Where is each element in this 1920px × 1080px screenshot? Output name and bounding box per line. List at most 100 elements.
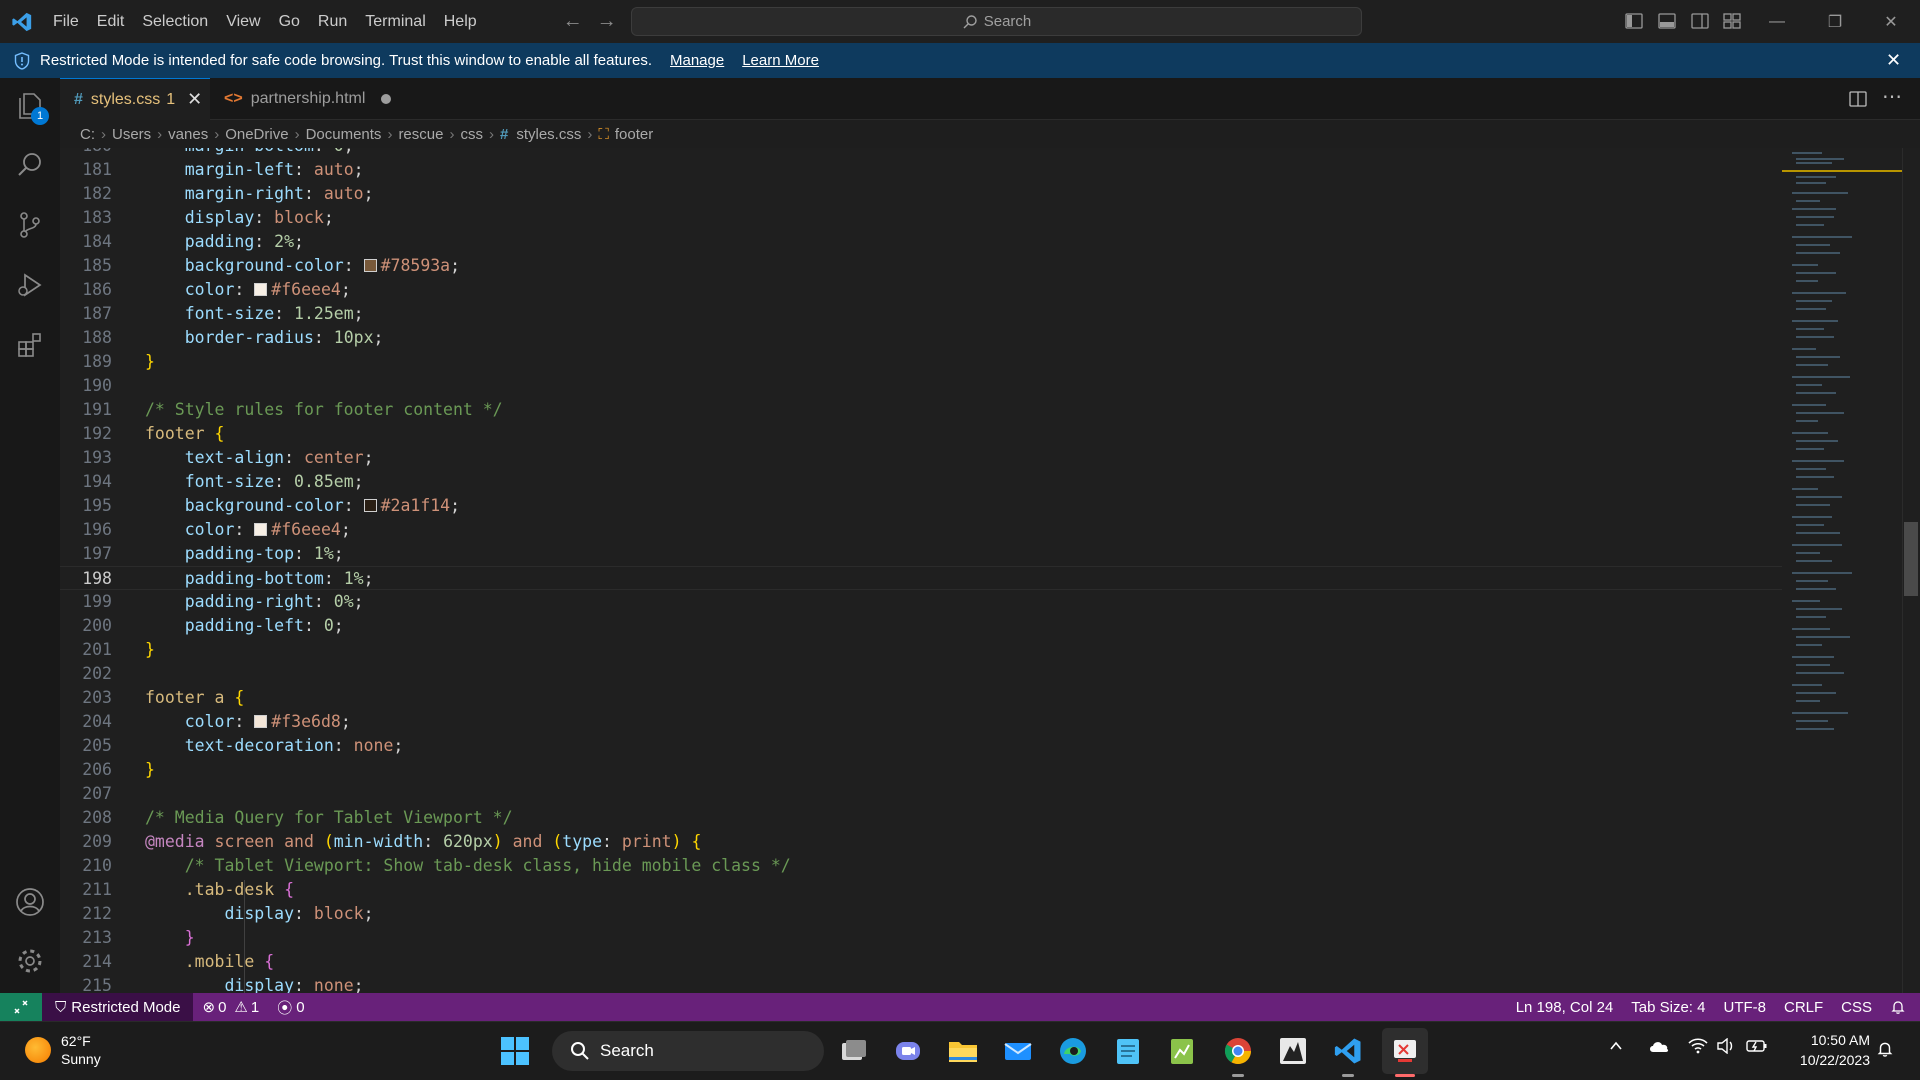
notifications-bell-icon[interactable] bbox=[1881, 993, 1920, 1021]
symbol-icon: ⛶ bbox=[598, 125, 609, 143]
breadcrumb-item[interactable]: css bbox=[460, 126, 483, 143]
teams-chat-icon[interactable] bbox=[890, 1033, 926, 1069]
mail-icon[interactable] bbox=[1000, 1033, 1036, 1069]
extensions-icon[interactable] bbox=[11, 326, 49, 364]
manage-link[interactable]: Manage bbox=[670, 52, 724, 69]
breadcrumb-item[interactable]: styles.css bbox=[516, 126, 581, 143]
language-mode[interactable]: CSS bbox=[1832, 993, 1881, 1021]
learn-more-link[interactable]: Learn More bbox=[742, 52, 819, 69]
source-control-icon[interactable] bbox=[11, 206, 49, 244]
tab-styles-css[interactable]: # styles.css 1 ✕ bbox=[60, 78, 210, 120]
code-line: 185 background-color: #78593a; bbox=[82, 256, 461, 275]
restore-button[interactable]: ❐ bbox=[1806, 0, 1864, 43]
running-indicator bbox=[1232, 1074, 1244, 1077]
color-swatch[interactable] bbox=[254, 715, 268, 728]
file-explorer-icon[interactable] bbox=[945, 1033, 981, 1069]
clock[interactable]: 10:50 AM 10/22/2023 bbox=[1768, 1030, 1870, 1070]
close-window-button[interactable]: ✕ bbox=[1862, 0, 1920, 43]
inkscape-app-icon[interactable] bbox=[1275, 1033, 1311, 1069]
accounts-icon[interactable] bbox=[11, 883, 49, 921]
search-label: Search bbox=[983, 13, 1032, 30]
chrome-browser-icon[interactable] bbox=[1220, 1033, 1256, 1069]
vscode-app-icon[interactable] bbox=[1330, 1033, 1366, 1069]
breadcrumb-item[interactable]: Users bbox=[112, 126, 151, 143]
menu-selection[interactable]: Selection bbox=[133, 0, 217, 43]
code-editor[interactable]: 180 margin-bottom: 0; 181 margin-left: a… bbox=[60, 148, 1782, 993]
split-editor-icon[interactable] bbox=[1848, 89, 1868, 109]
code-line: 183 display: block; bbox=[82, 208, 334, 227]
notification-bell-icon[interactable] bbox=[1876, 1040, 1894, 1063]
battery-icon[interactable] bbox=[1746, 1038, 1768, 1059]
breadcrumb-item[interactable]: Documents bbox=[306, 126, 382, 143]
toggle-panel-icon[interactable] bbox=[1657, 11, 1677, 31]
running-indicator bbox=[1342, 1074, 1354, 1077]
snipping-tool-icon[interactable] bbox=[1387, 1033, 1423, 1069]
scrollbar-thumb[interactable] bbox=[1904, 522, 1918, 596]
color-swatch[interactable] bbox=[363, 499, 377, 512]
toggle-secondary-sidebar-icon[interactable] bbox=[1690, 11, 1710, 31]
code-line: 209 @media screen and (min-width: 620px) … bbox=[82, 832, 702, 851]
back-arrow-icon[interactable]: ← bbox=[556, 10, 590, 33]
clock-date: 10/22/2023 bbox=[1799, 1052, 1870, 1068]
menu-terminal[interactable]: Terminal bbox=[356, 0, 434, 43]
tab-partnership-html[interactable]: <> partnership.html bbox=[210, 78, 466, 120]
unsaved-dot-icon[interactable] bbox=[381, 94, 392, 104]
breadcrumb-item[interactable]: OneDrive bbox=[225, 126, 288, 143]
wifi-icon[interactable] bbox=[1688, 1038, 1708, 1059]
forward-arrow-icon[interactable]: → bbox=[590, 10, 624, 33]
shield-icon: ⛉ bbox=[55, 998, 67, 1016]
search-icon[interactable] bbox=[11, 146, 49, 184]
close-tab-icon[interactable]: ✕ bbox=[187, 89, 202, 110]
settings-gear-icon[interactable] bbox=[11, 942, 49, 980]
color-swatch[interactable] bbox=[254, 283, 268, 296]
code-line: 191/* Style rules for footer content */ bbox=[82, 400, 503, 419]
menu-edit[interactable]: Edit bbox=[88, 0, 134, 43]
edge-browser-icon[interactable] bbox=[1055, 1033, 1091, 1069]
sheets-app-icon[interactable] bbox=[1164, 1033, 1200, 1069]
breadcrumb-item[interactable]: C: bbox=[80, 126, 95, 143]
minimap[interactable] bbox=[1782, 148, 1902, 993]
menu-go[interactable]: Go bbox=[270, 0, 309, 43]
code-line: 196 color: #f6eee4; bbox=[82, 520, 351, 539]
menu-view[interactable]: View bbox=[217, 0, 269, 43]
close-banner-icon[interactable]: ✕ bbox=[1886, 50, 1901, 71]
tab-size[interactable]: Tab Size: 4 bbox=[1622, 993, 1714, 1021]
problems-button[interactable]: ⊗ 0 ⚠ 1 bbox=[193, 993, 268, 1021]
minimize-button[interactable]: — bbox=[1748, 0, 1806, 43]
taskbar-search-box[interactable]: Search bbox=[552, 1031, 824, 1071]
menu-help[interactable]: Help bbox=[435, 0, 486, 43]
code-line: 184 padding: 2%; bbox=[82, 232, 304, 251]
run-and-debug-icon[interactable] bbox=[11, 266, 49, 304]
menu-run[interactable]: Run bbox=[309, 0, 356, 43]
encoding[interactable]: UTF-8 bbox=[1714, 993, 1775, 1021]
breadcrumb-item[interactable]: vanes bbox=[168, 126, 208, 143]
notepad-icon[interactable] bbox=[1110, 1033, 1146, 1069]
weather-widget[interactable]: 62°F Sunny bbox=[25, 1032, 101, 1068]
ports-button[interactable]: ⦿ 0 bbox=[268, 993, 313, 1021]
editor-tab-bar: # styles.css 1 ✕ <> partnership.html ⋯ bbox=[60, 78, 1920, 120]
cursor-position[interactable]: Ln 198, Col 24 bbox=[1507, 993, 1623, 1021]
activity-bar bbox=[0, 78, 60, 993]
show-hidden-icons[interactable] bbox=[1608, 1038, 1624, 1059]
onedrive-cloud-icon[interactable] bbox=[1648, 1038, 1670, 1059]
breadcrumb-item[interactable]: footer bbox=[615, 126, 653, 143]
task-view-icon[interactable] bbox=[836, 1033, 872, 1069]
customize-layout-icon[interactable] bbox=[1722, 11, 1742, 31]
status-bar: ⛉ Restricted Mode ⊗ 0 ⚠ 1 ⦿ 0 Ln 198, Co… bbox=[0, 993, 1920, 1021]
taskbar-search-label: Search bbox=[600, 1041, 654, 1060]
breadcrumb-item[interactable]: rescue bbox=[398, 126, 443, 143]
clock-time: 10:50 AM bbox=[1810, 1032, 1870, 1048]
menu-file[interactable]: File bbox=[44, 0, 88, 43]
code-line: 180 margin-bottom: 0; bbox=[60, 148, 1782, 158]
restricted-mode-button[interactable]: ⛉ Restricted Mode bbox=[42, 993, 194, 1021]
command-center-search[interactable]: Search bbox=[631, 7, 1362, 36]
volume-icon[interactable] bbox=[1716, 1037, 1736, 1059]
more-actions-icon[interactable]: ⋯ bbox=[1882, 84, 1902, 109]
remote-indicator-icon[interactable] bbox=[0, 993, 42, 1021]
toggle-primary-sidebar-icon[interactable] bbox=[1624, 11, 1644, 31]
line-ending[interactable]: CRLF bbox=[1775, 993, 1832, 1021]
color-swatch[interactable] bbox=[254, 523, 268, 536]
code-line: 205 text-decoration: none; bbox=[82, 736, 404, 755]
windows-start-icon[interactable] bbox=[497, 1033, 533, 1069]
color-swatch[interactable] bbox=[363, 259, 377, 272]
